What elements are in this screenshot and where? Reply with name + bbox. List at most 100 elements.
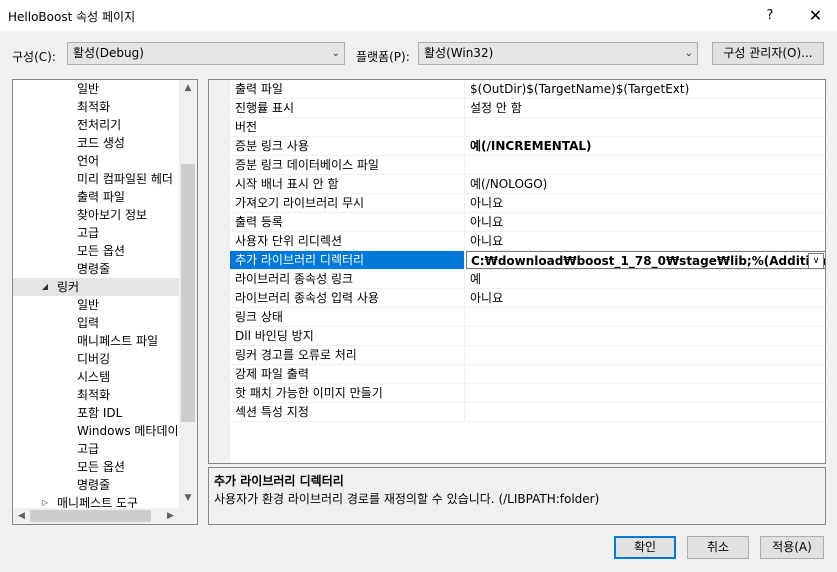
property-value	[466, 403, 825, 421]
property-value-text: 아니요	[470, 215, 504, 229]
tree-item-label: 명령줄	[77, 262, 111, 276]
chevron-down-icon: ⌄	[684, 48, 693, 59]
tree-item[interactable]: ◢ 링커	[13, 278, 179, 296]
property-row[interactable]: 버전	[230, 118, 825, 137]
tree-item-label: 일반	[77, 82, 100, 96]
window-title: HelloBoost 속성 페이지	[8, 10, 136, 24]
property-value	[466, 365, 825, 383]
property-row[interactable]: 증분 링크 사용 예(/INCREMENTAL)	[230, 137, 825, 156]
scrollbar-corner	[179, 508, 197, 524]
chevron-down-icon[interactable]: ∨	[808, 253, 824, 268]
property-name: 핫 패치 가능한 이미지 만들기	[230, 384, 465, 402]
apply-button[interactable]: 적용(A)	[760, 536, 824, 559]
ok-button[interactable]: 확인	[614, 536, 676, 559]
property-value-text: $(OutDir)$(TargetName)$(TargetExt)	[470, 82, 690, 96]
property-value	[466, 327, 825, 345]
property-value-text: 아니요	[470, 196, 504, 210]
property-name: 사용자 단위 리디렉션	[230, 232, 465, 250]
configuration-value: 활성(Debug)	[73, 46, 144, 60]
property-row[interactable]: 사용자 단위 리디렉션 아니요	[230, 232, 825, 251]
scroll-thumb[interactable]	[30, 510, 151, 522]
property-row[interactable]: 링커 경고를 오류로 처리	[230, 346, 825, 365]
property-name: 시작 배너 표시 안 함	[230, 175, 465, 193]
scroll-left-icon[interactable]: ◀	[13, 508, 30, 524]
property-value: 아니요	[466, 289, 825, 307]
property-row[interactable]: 가져오기 라이브러리 무시 아니요	[230, 194, 825, 213]
property-row[interactable]: 라이브러리 종속성 입력 사용 아니요	[230, 289, 825, 308]
property-row[interactable]: 강제 파일 출력	[230, 365, 825, 384]
title-bar: HelloBoost 속성 페이지 ? ✕	[0, 0, 837, 31]
tree-item-label: 입력	[77, 316, 100, 330]
property-name: 추가 라이브러리 디렉터리	[230, 251, 465, 269]
tree-horizontal-scrollbar[interactable]: ◀ ▶	[13, 508, 179, 524]
property-value-text: 예(/INCREMENTAL)	[470, 139, 592, 153]
property-name: 강제 파일 출력	[230, 365, 465, 383]
property-value	[466, 308, 825, 326]
tree-item-label: 코드 생성	[77, 136, 125, 150]
scroll-down-icon[interactable]: ▼	[179, 490, 197, 507]
property-name: 섹션 특성 지정	[230, 403, 465, 421]
tree-item-label: 매니페스트 파일	[77, 334, 159, 348]
tree-item-label: 찾아보기 정보	[77, 208, 148, 222]
scroll-thumb[interactable]	[181, 164, 195, 422]
description-title: 추가 라이브러리 디렉터리	[214, 474, 344, 488]
scroll-right-icon[interactable]: ▶	[162, 508, 179, 524]
tree-item-label: 전처리기	[77, 118, 122, 132]
property-row[interactable]: 출력 파일 $(OutDir)$(TargetName)$(TargetExt)	[230, 80, 825, 99]
property-value: 아니요	[466, 213, 825, 231]
property-name: Dll 바인딩 방지	[230, 327, 465, 345]
configuration-label: 구성(C):	[12, 50, 56, 64]
property-row[interactable]: 라이브러리 종속성 링크 예	[230, 270, 825, 289]
property-grid[interactable]: 출력 파일 $(OutDir)$(TargetName)$(TargetExt) 진…	[208, 79, 826, 464]
help-button[interactable]: ?	[752, 0, 788, 31]
property-value-text: 아니요	[470, 291, 504, 305]
property-name: 라이브러리 종속성 링크	[230, 270, 465, 288]
property-row[interactable]: 출력 등록 아니요	[230, 213, 825, 232]
platform-select[interactable]: 활성(Win32) ⌄	[418, 42, 698, 65]
configuration-select[interactable]: 활성(Debug) ⌄	[67, 42, 345, 65]
cancel-button[interactable]: 취소	[687, 536, 749, 559]
tree-item-label: 모든 옵션	[77, 244, 125, 258]
tree-item-label: 포함 IDL	[77, 406, 123, 420]
property-row[interactable]: 핫 패치 가능한 이미지 만들기	[230, 384, 825, 403]
tree-item-label: 링커	[57, 280, 80, 294]
description-text: 사용자가 환경 라이브러리 경로를 재정의할 수 있습니다. (/LIBPATH…	[214, 492, 600, 506]
property-row[interactable]: Dll 바인딩 방지	[230, 327, 825, 346]
tree-item-label: 명령줄	[77, 478, 111, 492]
tree-item-label: 고급	[77, 226, 100, 240]
category-tree[interactable]: 일반 최적화 전처리기 코드 생성 언어 미리 컴파일된 헤더 출력 파일 찾아보기 정보 고급…	[12, 79, 198, 525]
chevron-down-icon: ⌄	[331, 48, 340, 59]
tree-item-label: 출력 파일	[77, 190, 125, 204]
property-name: 증분 링크 데이터베이스 파일	[230, 156, 465, 174]
tree-item-label: Windows 메타데이	[77, 424, 179, 438]
property-row[interactable]: 추가 라이브러리 디렉터리 C:₩download₩boost_1_78_0₩st…	[230, 251, 825, 270]
property-row[interactable]: 시작 배너 표시 안 함 예(/NOLOGO)	[230, 175, 825, 194]
property-value-text: 예(/NOLOGO)	[470, 177, 548, 191]
property-row[interactable]: 링크 상태	[230, 308, 825, 327]
property-value	[466, 384, 825, 402]
close-button[interactable]: ✕	[794, 0, 837, 31]
property-value: $(OutDir)$(TargetName)$(TargetExt)	[466, 80, 825, 98]
platform-label: 플랫폼(P):	[356, 50, 410, 64]
property-name: 링크 상태	[230, 308, 465, 326]
tree-item-label: 시스템	[77, 370, 111, 384]
property-value	[466, 156, 825, 174]
tree-item-label: 일반	[77, 298, 100, 312]
property-value-text: C:₩download₩boost_1_78_0₩stage₩lib;%(Add…	[471, 254, 825, 268]
property-row[interactable]: 진행률 표시 설정 안 함	[230, 99, 825, 118]
property-row[interactable]: 증분 링크 데이터베이스 파일	[230, 156, 825, 175]
tree-item-label: 언어	[77, 154, 100, 168]
property-name: 라이브러리 종속성 입력 사용	[230, 289, 465, 307]
property-value: 아니요	[466, 194, 825, 212]
property-value-input[interactable]: C:₩download₩boost_1_78_0₩stage₩lib;%(Add…	[466, 251, 825, 269]
property-value	[466, 346, 825, 364]
expanded-triangle-icon[interactable]: ◢	[39, 278, 51, 296]
property-value: 예	[466, 270, 825, 288]
tree-item-label: 디버깅	[77, 352, 111, 366]
tree-vertical-scrollbar[interactable]: ▲ ▼	[179, 80, 197, 508]
configuration-manager-button[interactable]: 구성 관리자(O)...	[712, 42, 824, 65]
property-row[interactable]: 섹션 특성 지정	[230, 403, 825, 422]
property-name: 버전	[230, 118, 465, 136]
scroll-up-icon[interactable]: ▲	[179, 80, 197, 97]
property-value: 예(/INCREMENTAL)	[466, 137, 825, 155]
